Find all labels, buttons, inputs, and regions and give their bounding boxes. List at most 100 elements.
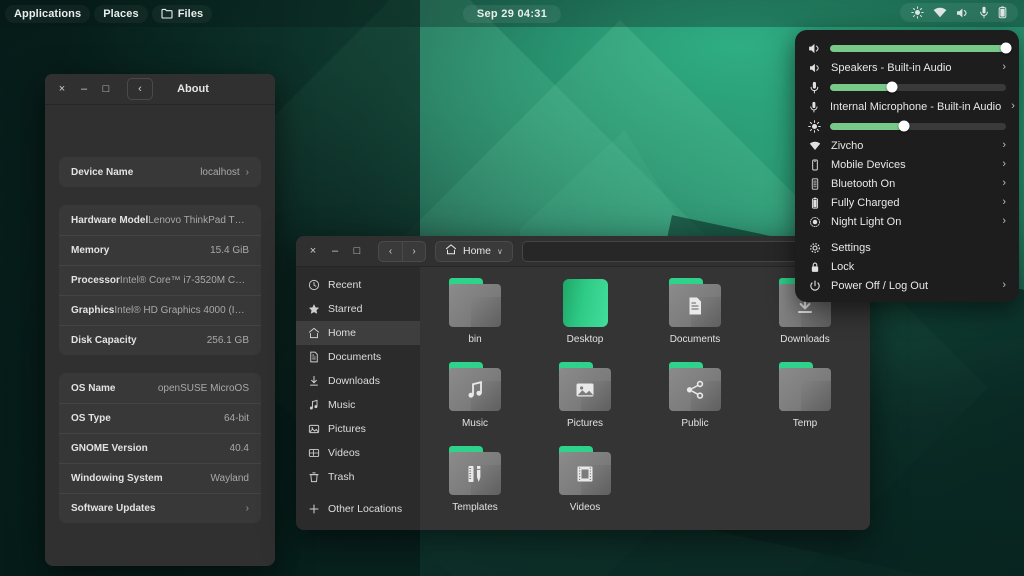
system-menu-item-lock[interactable]: Lock: [795, 257, 1019, 276]
about-maximize-button[interactable]: □: [95, 78, 117, 100]
sidebar-item-home[interactable]: Home: [296, 321, 420, 345]
info-row-key: Windowing System: [71, 473, 163, 484]
microphone-slider-track[interactable]: [830, 81, 1006, 93]
music-icon: [307, 399, 320, 411]
power-icon: [808, 280, 821, 292]
sidebar-item-label: Recent: [328, 279, 362, 291]
system-menu-item-bluetooth-on[interactable]: Bluetooth On ›: [795, 174, 1019, 193]
sidebar-item-pictures[interactable]: Pictures: [296, 417, 420, 441]
info-row-value: Intel® HD Graphics 4000 (IVB GT2): [114, 305, 249, 316]
brightness-slider-handle[interactable]: [898, 120, 910, 132]
path-bar-label: Home: [463, 245, 492, 257]
info-row-key: Disk Capacity: [71, 335, 137, 346]
file-item-label: Music: [461, 418, 489, 429]
folder-icon: [448, 362, 502, 412]
info-row-value: 40.4: [229, 443, 249, 454]
system-menu-item-power-off-log-out[interactable]: Power Off / Log Out ›: [795, 276, 1019, 295]
device-info-card: Device Name localhost ›: [59, 157, 261, 187]
os-row-gnome-version: GNOME Version 40.4: [59, 433, 261, 463]
file-item[interactable]: Music: [420, 359, 530, 443]
sidebar-item-starred[interactable]: Starred: [296, 297, 420, 321]
chevron-right-icon: ›: [245, 166, 249, 178]
file-item-label: Public: [681, 418, 709, 429]
video-icon: [307, 447, 320, 459]
system-menu-item-speakers[interactable]: Speakers - Built-in Audio ›: [795, 58, 1019, 77]
file-item[interactable]: Documents: [640, 275, 750, 359]
volume-icon: [808, 42, 821, 55]
gear-icon: [808, 242, 821, 254]
volume-slider-track[interactable]: [830, 42, 1012, 54]
about-minimize-button[interactable]: –: [73, 78, 95, 100]
files-minimize-button[interactable]: –: [324, 240, 346, 262]
microphone-icon: [808, 101, 820, 113]
clock-button[interactable]: Sep 29 04:31: [462, 4, 562, 23]
system-menu-item-zivcho[interactable]: Zivcho ›: [795, 136, 1019, 155]
file-item[interactable]: Templates: [420, 443, 530, 527]
info-row-value: Intel® Core™ i7-3520M CPU @ 2…: [119, 275, 249, 286]
file-item[interactable]: Pictures: [530, 359, 640, 443]
about-back-button[interactable]: ‹: [127, 78, 153, 100]
system-menu-item-mobile-devices[interactable]: Mobile Devices ›: [795, 155, 1019, 174]
folder-icon: [558, 362, 612, 412]
folder-body: [559, 452, 611, 495]
files-maximize-button[interactable]: □: [346, 240, 368, 262]
brightness-slider-track[interactable]: [830, 120, 1006, 132]
phone-icon: [808, 159, 821, 171]
microphone-slider-handle[interactable]: [886, 81, 898, 93]
folder-body: [449, 452, 501, 495]
file-item[interactable]: Temp: [750, 359, 860, 443]
files-window-button[interactable]: Files: [151, 4, 213, 23]
info-row-value: 64-bit: [223, 413, 249, 424]
night-light-icon: [911, 6, 924, 19]
path-bar-home-button[interactable]: Home ∨: [435, 240, 513, 262]
device-row-device-name[interactable]: Device Name localhost ›: [59, 157, 261, 187]
sidebar-item-recent[interactable]: Recent: [296, 273, 420, 297]
about-close-button[interactable]: ×: [51, 78, 73, 100]
sidebar-item-label: Trash: [328, 471, 355, 483]
sidebar-item-music[interactable]: Music: [296, 393, 420, 417]
microphone-icon: [808, 81, 821, 94]
volume-slider[interactable]: [795, 38, 1019, 58]
files-sidebar: Recent Starred Home Documents Downloads Music…: [296, 267, 420, 530]
home-icon: [307, 327, 320, 339]
system-menu-item-microphone[interactable]: Internal Microphone - Built-in Audio ›: [795, 97, 1019, 116]
sidebar-item-downloads[interactable]: Downloads: [296, 369, 420, 393]
info-row-key: Device Name: [71, 166, 134, 178]
applications-menu-button[interactable]: Applications: [5, 4, 91, 23]
sidebar-item-trash[interactable]: Trash: [296, 465, 420, 489]
volume-icon: [808, 62, 821, 74]
chevron-right-icon: ›: [1002, 61, 1006, 73]
plus-icon: [307, 503, 320, 515]
about-window-titlebar: × – □ ‹ About: [45, 74, 275, 105]
chevron-right-icon: ›: [245, 503, 249, 514]
applications-menu-label: Applications: [14, 7, 82, 20]
file-item[interactable]: Desktop: [530, 275, 640, 359]
system-menu-item-night-light-on[interactable]: Night Light On ›: [795, 212, 1019, 231]
sidebar-item-label: Documents: [328, 351, 382, 363]
system-status-area-button[interactable]: [900, 3, 1018, 22]
file-item[interactable]: bin: [420, 275, 530, 359]
files-forward-button[interactable]: ›: [402, 240, 426, 262]
file-item-label: Templates: [452, 502, 498, 513]
os-row-software-updates[interactable]: Software Updates ›: [59, 493, 261, 523]
battery-icon: [998, 6, 1007, 19]
files-close-button[interactable]: ×: [302, 240, 324, 262]
files-back-button[interactable]: ‹: [378, 240, 402, 262]
places-menu-button[interactable]: Places: [94, 4, 148, 23]
microphone-slider[interactable]: [795, 77, 1019, 97]
file-item[interactable]: Videos: [530, 443, 640, 527]
file-item[interactable]: Public: [640, 359, 750, 443]
brightness-slider[interactable]: [795, 116, 1019, 136]
hardware-row-hardware-model: Hardware Model Lenovo ThinkPad T430: [59, 205, 261, 235]
volume-slider-handle[interactable]: [1000, 42, 1012, 54]
hardware-row-graphics: GraphicsIntel® HD Graphics 4000 (IVB GT2…: [59, 295, 261, 325]
sidebar-item-videos[interactable]: Videos: [296, 441, 420, 465]
folder-icon: [778, 362, 832, 412]
sidebar-item-documents[interactable]: Documents: [296, 345, 420, 369]
os-row-windowing-system: Windowing System Wayland: [59, 463, 261, 493]
folder-body: [669, 284, 721, 327]
search-input[interactable]: [521, 240, 832, 262]
system-menu-item-settings[interactable]: Settings: [795, 238, 1019, 257]
system-menu-item-fully-charged[interactable]: Fully Charged ›: [795, 193, 1019, 212]
sidebar-item-other-locations[interactable]: Other Locations: [296, 497, 420, 521]
